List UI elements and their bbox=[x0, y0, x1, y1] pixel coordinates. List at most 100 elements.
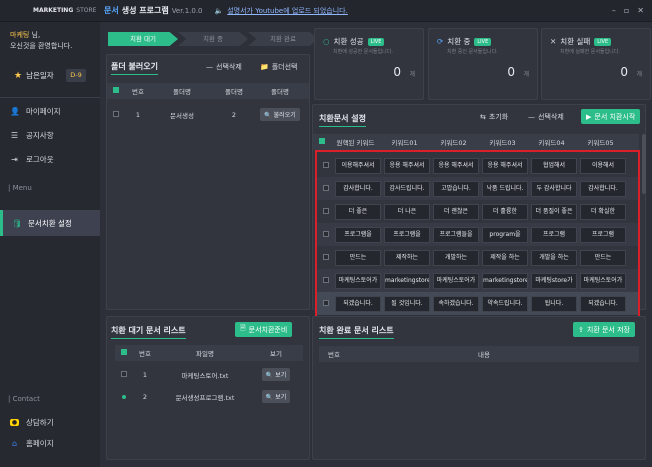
row-checkbox[interactable] bbox=[113, 110, 119, 117]
keyword-cell[interactable]: 협업해서 bbox=[531, 157, 577, 174]
folder-delete-button[interactable]: — 선택삭제 bbox=[201, 59, 247, 74]
row-checkbox[interactable] bbox=[121, 370, 127, 377]
table-row[interactable]: 2 문서생성프로그램.txt 🔍 보기 bbox=[115, 388, 303, 405]
keyword-cell[interactable]: 속하겠습니다. bbox=[433, 295, 479, 312]
row-checkbox[interactable] bbox=[323, 253, 329, 260]
keyword-cell[interactable]: 제작을 하는 bbox=[482, 249, 528, 266]
select-all-checkbox[interactable] bbox=[121, 349, 127, 355]
column-header: 번호 bbox=[328, 351, 340, 359]
sidebar-item-mypage[interactable]: 👤 마이페이지 bbox=[0, 101, 100, 121]
select-all-checkbox[interactable] bbox=[319, 138, 325, 144]
table-row[interactable]: 1 문서생성 2 🔍 불러오기 bbox=[107, 106, 309, 123]
keyword-cell[interactable]: 마케팅store가 bbox=[531, 272, 577, 289]
table-row[interactable]: 되겠습니다. 될 것입니다. 속하겠습니다. 약속드립니다. 됩니다. 되겠습니다. bbox=[317, 292, 638, 315]
row-checkbox[interactable] bbox=[323, 299, 329, 306]
keyword-cell[interactable]: 되겠습니다. bbox=[335, 295, 381, 312]
progress-steps: 치환 대기 치환 중 치환 완료 bbox=[108, 32, 318, 46]
row-checkbox[interactable] bbox=[122, 394, 126, 399]
row-checkbox[interactable] bbox=[323, 184, 329, 191]
close-button[interactable]: ✕ bbox=[637, 6, 644, 15]
view-button[interactable]: 🔍 보기 bbox=[261, 368, 291, 381]
keyword-cell[interactable]: 만드는 bbox=[580, 249, 626, 266]
sidebar-item-doc-replace[interactable]: 🛢 문서치환 설정 bbox=[0, 210, 100, 236]
keyword-cell[interactable]: 응용 해주셔서 bbox=[482, 157, 528, 174]
keyword-cell[interactable]: 응용 해주셔서 bbox=[433, 157, 479, 174]
keyword-cell[interactable]: 개발하는 bbox=[433, 249, 479, 266]
greeting-text: 오신것을 환영합니다. bbox=[10, 42, 73, 50]
speaker-icon: 🔈 bbox=[214, 6, 224, 15]
select-all-checkbox[interactable] bbox=[113, 87, 119, 93]
logo-text: MARKETING bbox=[33, 7, 74, 14]
stat-value: 0 bbox=[507, 65, 515, 79]
keyword-cell[interactable]: 더 품질이 좋은 bbox=[531, 203, 577, 220]
prepare-replace-button[interactable]: 🗎 문서치환준비 bbox=[235, 322, 293, 337]
keyword-cell[interactable]: 프로그램을 bbox=[384, 226, 430, 243]
keyword-cell[interactable]: 마케팅스토어가 bbox=[335, 272, 381, 289]
file-name: 문서생성프로그램.txt bbox=[175, 393, 235, 402]
sidebar-item-logout[interactable]: ⇥ 로그아웃 bbox=[0, 149, 100, 169]
keyword-cell[interactable]: 프로그램들을 bbox=[433, 226, 479, 243]
keyword-cell[interactable]: 두 감사합니다 bbox=[531, 180, 577, 197]
keyword-cell[interactable]: 더 괜찮은 bbox=[433, 203, 479, 220]
app-logo: MARKETING STORE bbox=[30, 7, 96, 15]
search-icon: 🔍 bbox=[264, 112, 272, 119]
sidebar-item-consult[interactable]: ● 상담하기 bbox=[0, 412, 100, 432]
keyword-cell[interactable]: 더 훌륭한 bbox=[482, 203, 528, 220]
row-checkbox[interactable] bbox=[323, 207, 329, 214]
table-row[interactable]: 프로그램을 프로그램을 프로그램들을 program을 프로그램 프로그램 bbox=[317, 223, 638, 246]
sidebar-item-notice[interactable]: ☰ 공지사항 bbox=[0, 125, 100, 145]
stat-title: 치환 중 bbox=[447, 37, 471, 46]
keyword-cell[interactable]: 개발을 하는 bbox=[531, 249, 577, 266]
keyword-cell[interactable]: 만드는 bbox=[335, 249, 381, 266]
replace-scrollbar[interactable] bbox=[642, 134, 646, 194]
keyword-cell[interactable]: 됩니다. bbox=[531, 295, 577, 312]
keyword-cell[interactable]: 고맙습니다. bbox=[433, 180, 479, 197]
row-checkbox[interactable] bbox=[323, 230, 329, 237]
refresh-icon: ⇆ bbox=[480, 112, 486, 121]
keyword-cell[interactable]: 더 나은 bbox=[384, 203, 430, 220]
replace-delete-button[interactable]: — 선택삭제 bbox=[523, 109, 569, 124]
keyword-cell[interactable]: 마케팅스토어가 bbox=[433, 272, 479, 289]
keyword-cell[interactable]: 약속드립니다. bbox=[482, 295, 528, 312]
row-checkbox[interactable] bbox=[323, 161, 329, 168]
keyword-cell[interactable]: marketingstore가 bbox=[482, 272, 528, 289]
table-row[interactable]: 감사합니다. 감사드립니다. 고맙습니다. 낙품 드립니다. 두 감사합니다 감사합니다. bbox=[317, 177, 638, 200]
load-button[interactable]: 🔍 불러오기 bbox=[260, 108, 300, 121]
table-row[interactable]: 더 좋은 더 나은 더 괜찮은 더 훌륭한 더 품질이 좋은 더 확실한 bbox=[317, 200, 638, 223]
keyword-cell[interactable]: 이용해서 bbox=[580, 157, 626, 174]
minimize-button[interactable]: – bbox=[612, 6, 616, 15]
keyword-cell[interactable]: 될 것입니다. bbox=[384, 295, 430, 312]
keyword-cell[interactable]: 마케팅스토어가 bbox=[580, 272, 626, 289]
row-checkbox[interactable] bbox=[323, 276, 329, 283]
keyword-cell[interactable]: 프로그램 bbox=[580, 226, 626, 243]
notice-link[interactable]: 🔈 설명서가 Youtube에 업로드 되었습니다. bbox=[215, 6, 348, 16]
keyword-cell[interactable]: 되겠습니다. bbox=[580, 295, 626, 312]
keyword-cell[interactable]: marketingstore가 bbox=[384, 272, 430, 289]
keyword-cell[interactable]: 감사드립니다. bbox=[384, 180, 430, 197]
save-replaced-button[interactable]: ⇪ 치환 문서 저장 bbox=[573, 322, 635, 337]
sidebar-item-home[interactable]: ⌂ 홈페이지 bbox=[0, 433, 100, 453]
maximize-button[interactable]: ▫ bbox=[624, 6, 629, 15]
keyword-cell[interactable]: 감사합니다. bbox=[580, 180, 626, 197]
table-row[interactable]: 이용해주셔서 응용 해주셔서 응용 해주셔서 응용 해주셔서 협업해서 이용해서 bbox=[317, 154, 638, 177]
start-replace-button[interactable]: ▶ 문서 치환시작 bbox=[581, 109, 641, 124]
keyword-cell[interactable]: 제작하는 bbox=[384, 249, 430, 266]
keyword-cell[interactable]: 더 확실한 bbox=[580, 203, 626, 220]
keyword-cell[interactable]: program을 bbox=[482, 226, 528, 243]
keyword-cell[interactable]: 낙품 드립니다. bbox=[482, 180, 528, 197]
view-button[interactable]: 🔍 보기 bbox=[261, 390, 291, 403]
keyword-cell[interactable]: 프로그램을 bbox=[335, 226, 381, 243]
keyword-cell[interactable]: 프로그램 bbox=[531, 226, 577, 243]
table-row[interactable]: 마케팅스토어가marketingstore가마케팅스토어가marketingst… bbox=[317, 269, 638, 292]
folder-select-button[interactable]: 📁 폴더선택 bbox=[255, 59, 302, 74]
keyword-cell[interactable]: 응용 해주셔서 bbox=[384, 157, 430, 174]
dday-badge: D-9 bbox=[66, 69, 86, 82]
stat-value: 0 bbox=[393, 65, 401, 79]
reset-button[interactable]: ⇆ 초기화 bbox=[475, 109, 513, 124]
keyword-cell[interactable]: 감사합니다. bbox=[335, 180, 381, 197]
keyword-cell[interactable]: 이용해주셔서 bbox=[335, 157, 381, 174]
table-row[interactable]: 만드는 제작하는 개발하는 제작을 하는 개발을 하는 만드는 bbox=[317, 246, 638, 269]
table-row[interactable]: 1 마케팅스토어.txt 🔍 보기 bbox=[115, 366, 303, 383]
sidebar: 마케팅 님, 오신것을 환영합니다. ★ 남은일자 D-9 👤 마이페이지 ☰ 공지사항… bbox=[0, 22, 100, 467]
keyword-cell[interactable]: 더 좋은 bbox=[335, 203, 381, 220]
